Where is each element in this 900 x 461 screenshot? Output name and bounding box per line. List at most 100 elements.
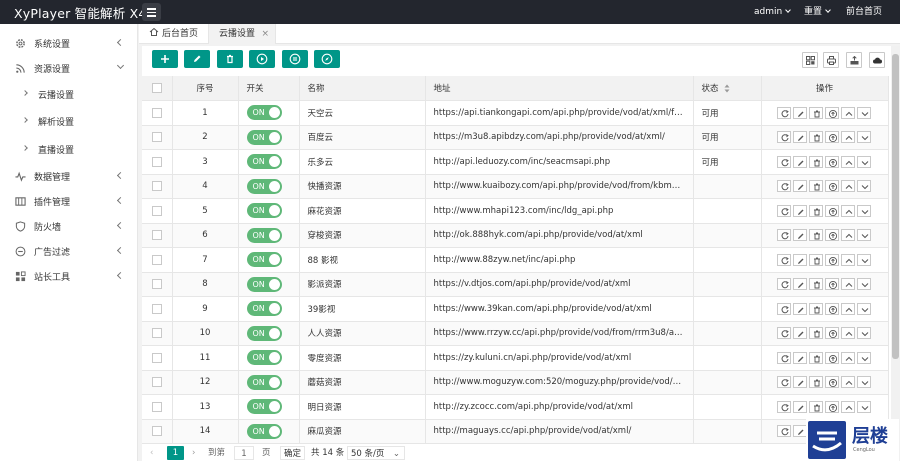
edit-button[interactable] (792, 155, 807, 168)
table-row[interactable]: 7 ON 88 影视 http://www.88zyw.net/inc/api.php (142, 247, 889, 273)
chevron-down-button[interactable] (856, 376, 871, 389)
confirm-button[interactable]: 确定 (280, 446, 306, 460)
sidebar-item-parse[interactable]: 解析设置 (0, 109, 138, 133)
table-row[interactable]: 10 ON 人人资源 https://www.rrzyw.cc/api.php/pro… (142, 321, 889, 346)
chevron-down-button[interactable] (856, 302, 871, 315)
refresh-button[interactable] (776, 376, 791, 389)
upload-button[interactable] (824, 131, 839, 144)
table-row[interactable]: 4 ON 快播资源 http://www.kuaibozy.com/api.php/p… (142, 174, 889, 199)
chevron-down-button[interactable] (856, 351, 871, 364)
edit-button[interactable] (792, 327, 807, 340)
table-row[interactable]: 2 ON 百度云 https://m3u8.apibdzy.com/api.php/p… (142, 125, 889, 150)
export-button[interactable] (846, 52, 862, 68)
delete-button[interactable] (808, 155, 823, 168)
chevron-down-button[interactable] (856, 400, 871, 413)
enable-toggle[interactable]: ON (246, 399, 282, 415)
delete-button[interactable] (217, 50, 243, 68)
tab-cloud-play[interactable]: 云播设置 × (208, 24, 276, 44)
chevron-down-button[interactable] (856, 278, 871, 291)
refresh-button[interactable] (776, 327, 791, 340)
select-all-header[interactable] (142, 76, 173, 101)
chevron-up-button[interactable] (840, 229, 855, 242)
delete-button[interactable] (808, 131, 823, 144)
enable-toggle[interactable]: ON (246, 154, 282, 170)
chevron-down-button[interactable] (856, 180, 871, 193)
row-checkbox[interactable] (151, 303, 162, 314)
enable-toggle[interactable]: ON (246, 350, 282, 366)
upload-button[interactable] (824, 376, 839, 389)
table-row[interactable]: 1 ON 天空云 https://api.tiankongapi.com/api.ph… (142, 100, 889, 126)
chevron-down-button[interactable] (856, 106, 871, 119)
chevron-up-button[interactable] (840, 180, 855, 193)
table-row[interactable]: 14 ON 麻瓜资源 http://maguays.cc/api.php/provid… (142, 419, 889, 444)
row-checkbox[interactable] (151, 107, 162, 118)
refresh-button[interactable] (776, 180, 791, 193)
col-name[interactable]: 名称 (299, 76, 426, 101)
enable-toggle[interactable]: ON (246, 252, 282, 268)
refresh-button[interactable] (776, 400, 791, 413)
columns-button[interactable] (802, 52, 818, 68)
refresh-button[interactable] (776, 302, 791, 315)
row-checkbox[interactable] (151, 254, 162, 265)
enable-toggle[interactable]: ON (246, 203, 282, 219)
edit-button[interactable] (184, 50, 210, 68)
print-button[interactable] (823, 52, 839, 68)
table-row[interactable]: 12 ON 蘑菇资源 http://www.moguzyw.com:520/moguz… (142, 370, 889, 395)
edit-button[interactable] (792, 400, 807, 413)
sidebar-item-data[interactable]: 数据管理 (0, 164, 138, 188)
upload-button[interactable] (824, 204, 839, 217)
refresh-button[interactable] (776, 229, 791, 242)
row-checkbox[interactable] (151, 205, 162, 216)
chevron-up-button[interactable] (840, 155, 855, 168)
edit-button[interactable] (792, 253, 807, 266)
table-row[interactable]: 9 ON 39影视 https://www.39kan.com/api.php/pro… (142, 296, 889, 322)
sidebar-item-firewall[interactable]: 防火墙 (0, 214, 138, 238)
chevron-down-button[interactable] (856, 131, 871, 144)
vertical-scrollbar[interactable] (891, 46, 900, 461)
refresh-button[interactable] (776, 278, 791, 291)
delete-button[interactable] (808, 229, 823, 242)
edit-button[interactable] (792, 229, 807, 242)
table-row[interactable]: 5 ON 麻花资源 http://www.mhapi123.com/inc/ldg_a… (142, 198, 889, 224)
enable-toggle[interactable]: ON (246, 301, 282, 317)
row-checkbox[interactable] (151, 328, 162, 338)
row-checkbox[interactable] (151, 352, 162, 363)
delete-button[interactable] (808, 278, 823, 291)
col-index[interactable]: 序号 (172, 76, 239, 101)
chevron-up-button[interactable] (840, 106, 855, 119)
delete-button[interactable] (808, 180, 823, 193)
row-checkbox[interactable] (151, 279, 162, 289)
delete-button[interactable] (808, 327, 823, 340)
refresh-button[interactable] (776, 425, 791, 438)
enable-toggle[interactable]: ON (246, 227, 282, 243)
edit-button[interactable] (792, 425, 807, 438)
page-input[interactable]: 1 (234, 446, 254, 460)
delete-button[interactable] (808, 106, 823, 119)
chevron-up-button[interactable] (840, 351, 855, 364)
chevron-down-button[interactable] (856, 204, 871, 217)
chevron-up-button[interactable] (840, 302, 855, 315)
upload-button[interactable] (824, 327, 839, 340)
edit-button[interactable] (792, 278, 807, 291)
chevron-up-button[interactable] (840, 131, 855, 144)
enable-toggle[interactable]: ON (246, 105, 282, 121)
upload-button[interactable] (824, 253, 839, 266)
sidebar-item-cloud-play[interactable]: 云播设置 (0, 82, 138, 106)
delete-button[interactable] (808, 253, 823, 266)
chevron-up-button[interactable] (840, 278, 855, 291)
frontend-link[interactable]: 前台首页 (846, 0, 882, 24)
sidebar-item-live[interactable]: 直播设置 (0, 137, 138, 161)
row-checkbox[interactable] (151, 377, 162, 387)
enable-toggle[interactable]: ON (246, 178, 282, 194)
delete-button[interactable] (808, 302, 823, 315)
upload-button[interactable] (824, 400, 839, 413)
edit-button[interactable] (792, 351, 807, 364)
chevron-up-button[interactable] (840, 327, 855, 340)
delete-button[interactable] (808, 204, 823, 217)
select-all-checkbox[interactable] (151, 82, 162, 93)
row-checkbox[interactable] (151, 181, 162, 191)
user-menu[interactable]: admin (754, 0, 792, 24)
enable-toggle[interactable]: ON (246, 374, 282, 390)
edit-button[interactable] (792, 106, 807, 119)
chevron-down-button[interactable] (856, 229, 871, 242)
